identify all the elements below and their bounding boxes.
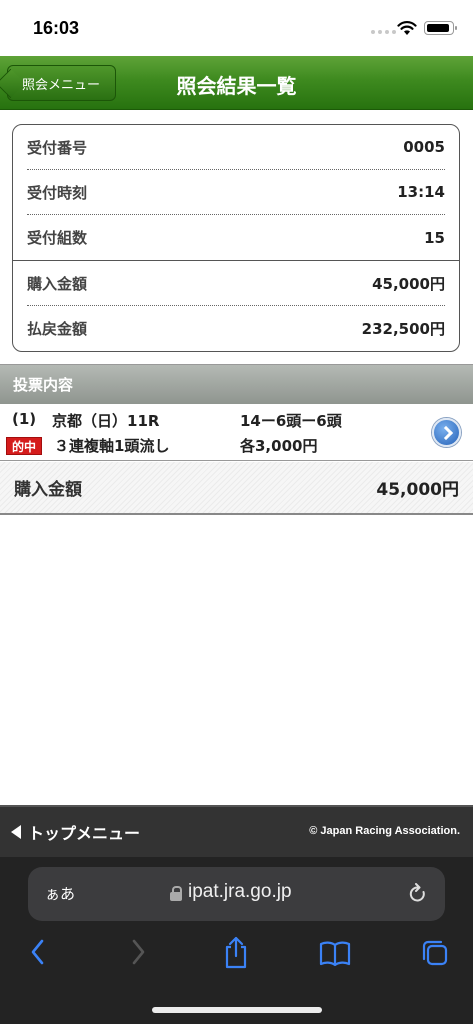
left-triangle-icon [11, 825, 21, 839]
summary-value: 13:14 [397, 183, 445, 201]
summary-label: 購入金額 [27, 274, 88, 293]
summary-label: 払戻金額 [27, 320, 88, 338]
back-chevron-icon[interactable] [28, 935, 48, 971]
total-label: 購入金額 [14, 480, 82, 500]
wifi-icon [397, 21, 417, 35]
status-bar: 16:03 [0, 0, 473, 56]
bet-row[interactable]: (1) 京都（日）11R 14ー6頭ー6頭 的中 ３連複軸1頭流し 各3,000… [0, 404, 473, 461]
hit-badge: 的中 [6, 437, 42, 455]
cellular-signal-icon [371, 30, 396, 34]
top-menu-label: トップメニュー [28, 824, 141, 843]
bet-type: ３連複軸1頭流し [54, 437, 170, 455]
reload-icon[interactable] [408, 883, 428, 905]
summary-label: 受付組数 [27, 229, 88, 247]
summary-value: 15 [424, 228, 445, 247]
forward-chevron-icon[interactable] [128, 935, 148, 971]
page-title: 照会結果一覧 [176, 74, 297, 98]
url-text[interactable]: ipat.jra.go.jp [188, 881, 292, 903]
text-size-button[interactable]: ぁあ [45, 883, 75, 904]
bet-detail-arrow-icon[interactable] [432, 418, 461, 447]
bet-combination: 14ー6頭ー6頭 [240, 412, 342, 430]
bookmarks-icon[interactable] [318, 935, 352, 971]
lock-icon [170, 886, 182, 901]
site-footer: トップメニュー © Japan Racing Association. [0, 805, 473, 857]
bet-race: 京都（日）11R [52, 412, 160, 430]
purchase-total-row: 購入金額 45,000円 [0, 462, 473, 515]
browser-chrome: ぁあ ipat.jra.go.jp [0, 857, 473, 1024]
tabs-icon[interactable] [420, 935, 450, 971]
summary-row-purchase-amount: 購入金額 45,000円 [27, 261, 445, 306]
total-value: 45,000円 [376, 480, 459, 500]
address-bar[interactable]: ぁあ ipat.jra.go.jp [28, 867, 445, 921]
section-header-vote-contents: 投票内容 [0, 364, 473, 404]
bet-amount: 各3,000円 [240, 437, 318, 455]
share-icon[interactable] [222, 935, 250, 971]
top-menu-link[interactable]: トップメニュー [11, 820, 140, 844]
receipt-summary: 受付番号 0005 受付時刻 13:14 受付組数 15 購入金額 45,000… [12, 124, 460, 352]
browser-toolbar [0, 935, 473, 975]
summary-value: 45,000円 [372, 274, 445, 293]
summary-row-receipt-time: 受付時刻 13:14 [27, 170, 445, 215]
home-indicator [152, 1007, 322, 1013]
copyright-text: © Japan Racing Association. [309, 825, 460, 837]
summary-label: 受付時刻 [27, 183, 88, 202]
bet-number: (1) [12, 410, 37, 428]
summary-value: 232,500円 [361, 320, 445, 338]
battery-icon [424, 21, 457, 35]
summary-value: 0005 [403, 138, 445, 156]
summary-row-payout-amount: 払戻金額 232,500円 [27, 306, 445, 351]
page-header: 照会メニュー 照会結果一覧 [0, 56, 473, 110]
status-time: 16:03 [33, 18, 80, 38]
summary-row-receipt-number: 受付番号 0005 [27, 125, 445, 170]
summary-row-set-count: 受付組数 15 [27, 215, 445, 260]
summary-label: 受付番号 [27, 138, 88, 157]
